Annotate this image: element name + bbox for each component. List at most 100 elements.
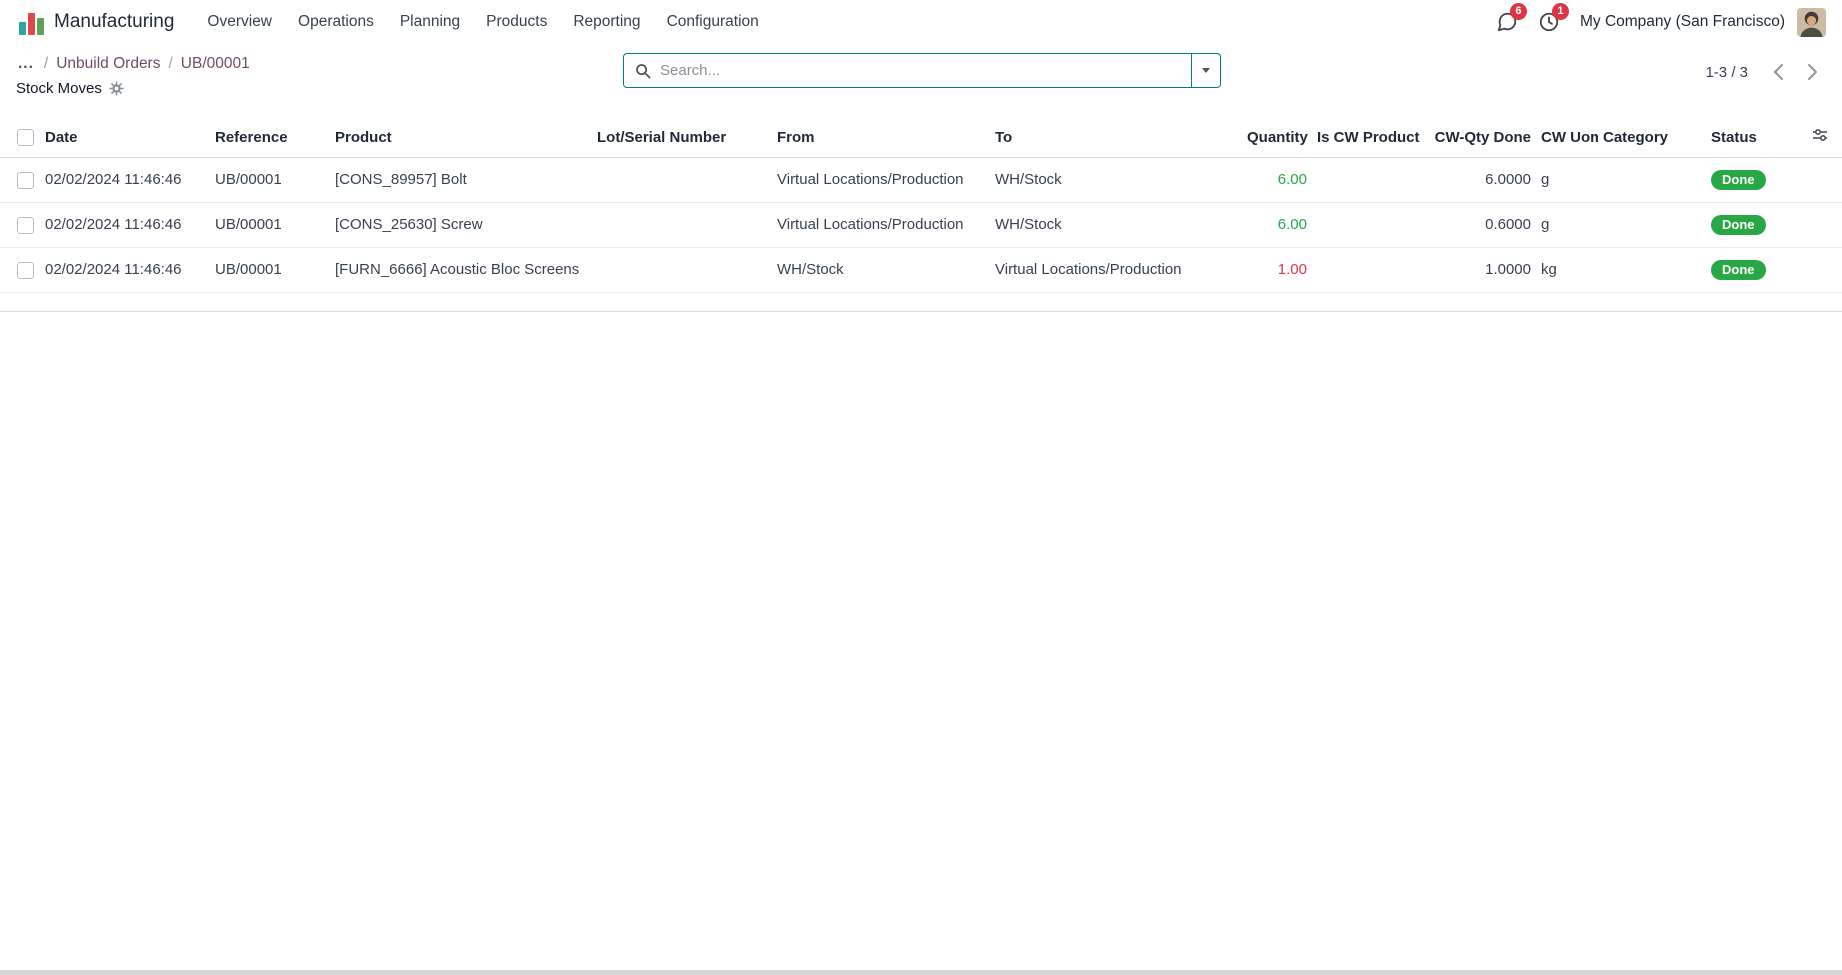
column-header-lot-serial[interactable]: Lot/Serial Number: [592, 117, 772, 158]
messages-badge: 6: [1510, 3, 1527, 20]
table-row[interactable]: 02/02/2024 11:46:46 UB/00001 [CONS_25630…: [0, 203, 1842, 248]
navbar-systray: 6 1 My Company (San Francisco): [1492, 7, 1826, 37]
cw-qty-done-cell[interactable]: 0.6000: [1424, 203, 1536, 248]
menu-reporting[interactable]: Reporting: [560, 4, 653, 40]
to-cell[interactable]: WH/Stock: [990, 158, 1242, 203]
column-header-cw-qty-done[interactable]: CW-Qty Done: [1424, 117, 1536, 158]
stock-moves-table: Date Reference Product Lot/Serial Number…: [0, 117, 1842, 293]
column-header-is-cw-product[interactable]: Is CW Product: [1312, 117, 1424, 158]
user-avatar[interactable]: [1797, 8, 1826, 37]
app-menu-toggle[interactable]: Manufacturing: [10, 9, 182, 36]
search-icon: [635, 63, 651, 79]
table-row[interactable]: 02/02/2024 11:46:46 UB/00001 [FURN_6666]…: [0, 248, 1842, 293]
pager-previous-button[interactable]: [1762, 57, 1794, 87]
column-header-date[interactable]: Date: [40, 117, 210, 158]
row-checkbox[interactable]: [17, 172, 34, 189]
status-cell[interactable]: Done: [1706, 203, 1800, 248]
from-cell[interactable]: Virtual Locations/Production: [772, 203, 990, 248]
lot-serial-cell[interactable]: [592, 158, 772, 203]
breadcrumb-separator: /: [168, 55, 172, 73]
horizontal-scrollbar[interactable]: [0, 970, 1842, 975]
row-checkbox[interactable]: [17, 217, 34, 234]
column-header-product[interactable]: Product: [330, 117, 592, 158]
app-menus: Overview Operations Planning Products Re…: [194, 4, 771, 40]
cw-uom-cell[interactable]: g: [1536, 203, 1598, 248]
lot-serial-cell[interactable]: [592, 248, 772, 293]
column-header-status[interactable]: Status: [1706, 117, 1800, 158]
breadcrumb-current-record[interactable]: UB/00001: [181, 55, 250, 73]
product-cell[interactable]: [CONS_25630] Screw: [330, 203, 592, 248]
column-header-quantity[interactable]: Quantity: [1242, 117, 1312, 158]
menu-planning[interactable]: Planning: [387, 4, 473, 40]
to-cell[interactable]: WH/Stock: [990, 203, 1242, 248]
quantity-value: 6.00: [1278, 216, 1307, 233]
from-cell[interactable]: Virtual Locations/Production: [772, 158, 990, 203]
column-header-reference[interactable]: Reference: [210, 117, 330, 158]
status-badge: Done: [1711, 260, 1766, 280]
top-navbar: Manufacturing Overview Operations Planni…: [0, 0, 1842, 44]
reference-cell[interactable]: UB/00001: [210, 203, 330, 248]
gear-icon[interactable]: [109, 81, 124, 96]
category-cell[interactable]: [1598, 203, 1706, 248]
reference-cell[interactable]: UB/00001: [210, 158, 330, 203]
date-cell[interactable]: 02/02/2024 11:46:46: [40, 203, 210, 248]
app-name: Manufacturing: [54, 11, 174, 33]
cw-qty-done-cell[interactable]: 1.0000: [1424, 248, 1536, 293]
quantity-cell[interactable]: 1.00: [1242, 248, 1312, 293]
column-header-to[interactable]: To: [990, 117, 1242, 158]
is-cw-product-cell[interactable]: [1312, 203, 1424, 248]
view-title: Stock Moves: [16, 80, 102, 97]
search-input[interactable]: [660, 62, 1180, 79]
pager-next-button[interactable]: [1796, 57, 1828, 87]
company-switcher[interactable]: My Company (San Francisco): [1580, 13, 1785, 31]
breadcrumb-unbuild-orders[interactable]: Unbuild Orders: [56, 55, 160, 73]
column-header-from[interactable]: From: [772, 117, 990, 158]
product-cell[interactable]: [FURN_6666] Acoustic Bloc Screens: [330, 248, 592, 293]
is-cw-product-cell[interactable]: [1312, 248, 1424, 293]
cw-uom-cell[interactable]: kg: [1536, 248, 1598, 293]
menu-overview[interactable]: Overview: [194, 4, 285, 40]
table-row[interactable]: 02/02/2024 11:46:46 UB/00001 [CONS_89957…: [0, 158, 1842, 203]
product-cell[interactable]: [CONS_89957] Bolt: [330, 158, 592, 203]
stock-moves-list: Date Reference Product Lot/Serial Number…: [0, 117, 1842, 312]
reference-cell[interactable]: UB/00001: [210, 248, 330, 293]
search-options-toggle[interactable]: [1191, 54, 1220, 87]
quantity-value: 6.00: [1278, 171, 1307, 188]
from-cell[interactable]: WH/Stock: [772, 248, 990, 293]
select-all-checkbox[interactable]: [17, 129, 34, 146]
quantity-cell[interactable]: 6.00: [1242, 203, 1312, 248]
category-cell[interactable]: [1598, 248, 1706, 293]
date-cell[interactable]: 02/02/2024 11:46:46: [40, 248, 210, 293]
breadcrumb-separator: /: [44, 55, 48, 73]
status-cell[interactable]: Done: [1706, 158, 1800, 203]
status-badge: Done: [1711, 215, 1766, 235]
cw-uom-cell[interactable]: g: [1536, 158, 1598, 203]
quantity-cell[interactable]: 6.00: [1242, 158, 1312, 203]
quantity-value: 1.00: [1278, 261, 1307, 278]
menu-configuration[interactable]: Configuration: [654, 4, 772, 40]
column-header-category[interactable]: Category: [1598, 117, 1706, 158]
stock-moves-tbody: 02/02/2024 11:46:46 UB/00001 [CONS_89957…: [0, 158, 1842, 293]
breadcrumb-ellipsis-button[interactable]: ...: [16, 55, 36, 73]
column-header-cw-uom[interactable]: CW Uom: [1536, 117, 1598, 158]
cw-qty-done-cell[interactable]: 6.0000: [1424, 158, 1536, 203]
breadcrumb: ... / Unbuild Orders / UB/00001: [16, 53, 623, 75]
is-cw-product-cell[interactable]: [1312, 158, 1424, 203]
control-panel: ... / Unbuild Orders / UB/00001 Stock Mo…: [0, 44, 1842, 104]
table-header-row: Date Reference Product Lot/Serial Number…: [0, 117, 1842, 158]
row-checkbox[interactable]: [17, 262, 34, 279]
status-cell[interactable]: Done: [1706, 248, 1800, 293]
date-cell[interactable]: 02/02/2024 11:46:46: [40, 158, 210, 203]
chevron-left-icon: [1773, 63, 1784, 81]
to-cell[interactable]: Virtual Locations/Production: [990, 248, 1242, 293]
pager-value: 1-3 / 3: [1705, 64, 1748, 81]
caret-down-icon: [1202, 68, 1210, 73]
menu-operations[interactable]: Operations: [285, 4, 387, 40]
manufacturing-app-icon: [18, 9, 45, 36]
messages-button[interactable]: 6: [1492, 7, 1522, 37]
optional-columns-icon[interactable]: [1812, 127, 1828, 143]
lot-serial-cell[interactable]: [592, 203, 772, 248]
activities-button[interactable]: 1: [1534, 7, 1564, 37]
category-cell[interactable]: [1598, 158, 1706, 203]
menu-products[interactable]: Products: [473, 4, 560, 40]
